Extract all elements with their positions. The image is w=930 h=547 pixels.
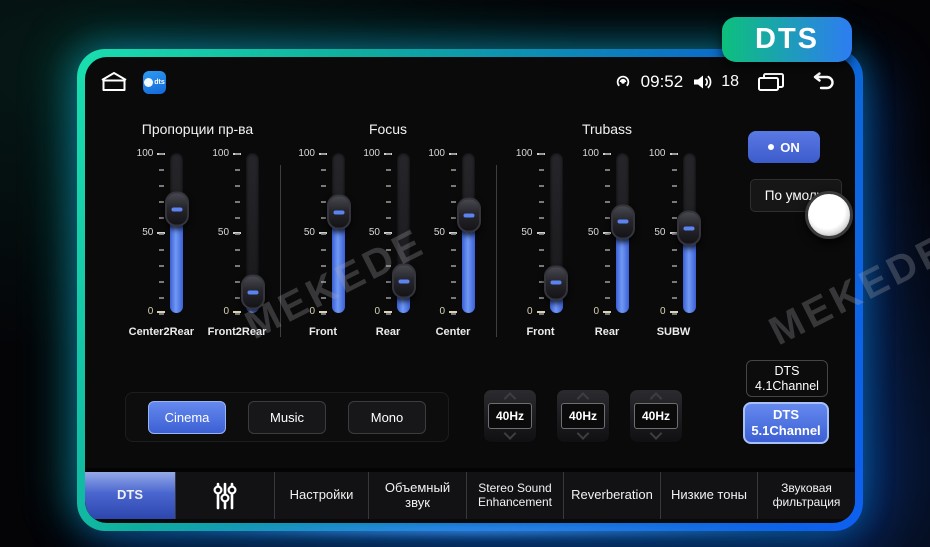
preset-mono-button[interactable]: Mono <box>348 401 426 434</box>
rotary-knob[interactable] <box>805 191 853 239</box>
tab-settings[interactable]: Настройки <box>274 472 368 519</box>
slider-focus-rear: 100 50 0 Rear <box>366 153 410 338</box>
slider-handle[interactable] <box>392 264 416 299</box>
slider-trubass-rear: 100 50 0 Rear <box>585 153 629 338</box>
slider-focus-front: 100 50 0 Front <box>301 153 345 338</box>
cast-icon <box>614 73 632 91</box>
power-dot-icon <box>768 144 774 150</box>
clock: 09:52 <box>641 72 684 92</box>
back-icon[interactable] <box>807 72 837 92</box>
chevron-down-icon[interactable] <box>504 427 517 440</box>
home-icon[interactable] <box>99 71 129 93</box>
head-unit-screen: dts 09:52 18 <box>85 57 855 523</box>
slider-scale: 100 50 0 <box>585 153 611 313</box>
slider-track[interactable] <box>332 153 345 313</box>
dts-sliders-panel: Пропорции пр-ва 100 50 0 <box>115 121 718 338</box>
slider-label: Center2Rear <box>129 326 194 338</box>
preset-music-button[interactable]: Music <box>248 401 326 434</box>
dts-app-logo <box>144 78 153 87</box>
slider-scale: 100 50 0 <box>519 153 545 313</box>
slider-scale: 100 50 0 <box>301 153 327 313</box>
freq-value: 40Hz <box>634 403 678 429</box>
screenshot-canvas: dts 09:52 18 <box>0 0 930 547</box>
slider-label: Rear <box>595 326 619 338</box>
slider-track[interactable] <box>397 153 410 313</box>
volume-icon[interactable] <box>692 73 712 91</box>
recent-apps-icon[interactable] <box>756 72 786 92</box>
tab-low-tones[interactable]: Низкие тоны <box>660 472 757 519</box>
slider-trubass-front: 100 50 0 Front <box>519 153 563 338</box>
slider-label: Center <box>436 326 471 338</box>
slider-front2rear: 100 50 0 Front2Rear <box>208 153 267 338</box>
slider-scale: 100 50 0 <box>431 153 457 313</box>
slider-track[interactable] <box>616 153 629 313</box>
slider-handle[interactable] <box>327 195 351 230</box>
slider-track[interactable] <box>462 153 475 313</box>
slider-handle[interactable] <box>457 198 481 233</box>
tab-sound-filtering[interactable]: Звуковая фильтрация <box>757 472 855 519</box>
freq-value: 40Hz <box>488 403 532 429</box>
chevron-down-icon[interactable] <box>577 427 590 440</box>
volume-level: 18 <box>721 73 739 91</box>
status-bar: dts 09:52 18 <box>99 65 837 99</box>
tab-equalizer[interactable] <box>175 472 274 519</box>
slider-label: Front <box>309 326 337 338</box>
dts-5-1-channel-button[interactable]: DTS 5.1Channel <box>743 402 829 444</box>
slider-track[interactable] <box>683 153 696 313</box>
slider-scale: 100 50 0 <box>366 153 392 313</box>
slider-label: Front2Rear <box>208 326 267 338</box>
status-bar-right: 09:52 18 <box>614 72 837 92</box>
group-proportions: Пропорции пр-ва 100 50 0 <box>115 121 280 338</box>
slider-label: Front <box>526 326 554 338</box>
slider-trubass-subw: 100 50 0 SUBW <box>652 153 696 338</box>
frequency-selectors: 40Hz 40Hz 40Hz <box>483 389 683 443</box>
slider-track[interactable] <box>246 153 259 313</box>
slider-scale: 100 50 0 <box>139 153 165 313</box>
slider-label: Rear <box>376 326 400 338</box>
tab-reverberation[interactable]: Reverberation <box>563 472 660 519</box>
slider-handle[interactable] <box>677 211 701 246</box>
tab-dts[interactable]: DTS <box>85 472 175 519</box>
slider-track[interactable] <box>550 153 563 313</box>
slider-handle[interactable] <box>611 204 635 239</box>
slider-center2rear: 100 50 0 Center2Rear <box>129 153 194 338</box>
equalizer-icon <box>210 481 240 511</box>
freq-spinner-subw[interactable]: 40Hz <box>629 389 683 443</box>
slider-handle[interactable] <box>544 265 568 300</box>
slider-track[interactable] <box>170 153 183 313</box>
dts-corner-badge: DTS <box>722 17 852 62</box>
slider-handle[interactable] <box>165 192 189 227</box>
group-title: Пропорции пр-ва <box>115 121 280 137</box>
tab-surround-sound[interactable]: Объемный звук <box>368 472 466 519</box>
freq-value: 40Hz <box>561 403 605 429</box>
group-trubass: Trubass 100 50 0 <box>496 121 718 338</box>
dts-app-icon[interactable]: dts <box>143 71 166 94</box>
group-title: Trubass <box>496 121 718 137</box>
slider-scale: 100 50 0 <box>652 153 678 313</box>
freq-spinner-rear[interactable]: 40Hz <box>556 389 610 443</box>
dts-4-1-channel-button[interactable]: DTS 4.1Channel <box>746 360 828 397</box>
slider-scale: 100 50 0 <box>215 153 241 313</box>
freq-spinner-front[interactable]: 40Hz <box>483 389 537 443</box>
slider-handle[interactable] <box>241 275 265 310</box>
bottom-tab-bar: DTS Настройки Объемный звук Stereo Sound… <box>85 468 855 519</box>
group-title: Focus <box>280 121 496 137</box>
preset-group: Cinema Music Mono <box>125 392 449 442</box>
group-focus: Focus 100 50 0 <box>280 121 496 338</box>
slider-label: SUBW <box>657 326 691 338</box>
power-on-button[interactable]: ON <box>748 131 820 163</box>
preset-cinema-button[interactable]: Cinema <box>148 401 226 434</box>
tab-stereo-sound-enhancement[interactable]: Stereo Sound Enhancement <box>466 472 563 519</box>
chevron-down-icon[interactable] <box>650 427 663 440</box>
slider-focus-center: 100 50 0 Center <box>431 153 475 338</box>
